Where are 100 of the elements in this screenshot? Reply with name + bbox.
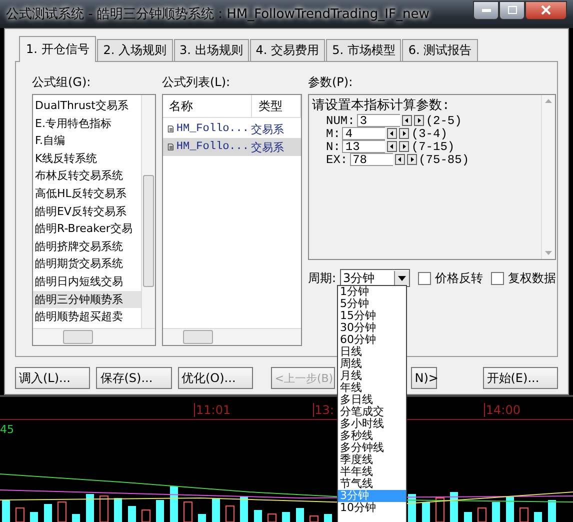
list-item[interactable]: 皓明顺势超买超卖: [33, 308, 141, 326]
param-input[interactable]: 4: [342, 127, 386, 140]
volume-bar: [506, 496, 514, 522]
dialog-button[interactable]: 保存(S)...: [96, 367, 172, 389]
dropdown-option[interactable]: 1分钟: [338, 286, 406, 298]
time-label: 11:01: [194, 403, 231, 417]
volume-bar: [282, 512, 290, 522]
tab[interactable]: 4. 交易费用: [250, 39, 326, 61]
volume-bar: [492, 502, 500, 522]
checkbox[interactable]: [491, 272, 504, 284]
horizontal-scrollbar[interactable]: [163, 328, 301, 345]
list-item[interactable]: 高低HL反转交易系: [33, 184, 141, 203]
dropdown-option[interactable]: 多日线: [338, 394, 406, 406]
column-header[interactable]: 名称: [163, 95, 252, 117]
left-arrow-icon: [390, 144, 394, 149]
list-item[interactable]: K线反转系统: [33, 150, 141, 168]
list-item[interactable]: 皓明EV反转交易系: [33, 202, 141, 220]
maximize-button[interactable]: [499, 0, 525, 20]
dropdown-option[interactable]: 半年线: [338, 466, 406, 478]
param-input[interactable]: 3: [356, 114, 400, 127]
dropdown-option[interactable]: 5分钟: [338, 298, 406, 310]
list-item[interactable]: 皓明期货交易系统: [33, 255, 141, 273]
column-header[interactable]: 类型: [252, 95, 301, 117]
list-item[interactable]: 皓明挤牌交易系统: [33, 238, 141, 256]
dialog-button[interactable]: 优化(O)...: [178, 367, 253, 389]
dropdown-option[interactable]: 多分钟线: [338, 442, 406, 454]
dialog-button[interactable]: 调入(L)...: [15, 367, 90, 389]
dropdown-option[interactable]: 15分钟: [338, 310, 406, 322]
document-icon: [167, 123, 174, 135]
checkbox-label: 复权数据: [508, 270, 556, 286]
formula-name: HM_Follo...: [176, 123, 249, 135]
formula-list[interactable]: 名称 类型 HM_Follo... 交易系 HM_Follo... 交易系: [162, 94, 302, 346]
dropdown-option[interactable]: 月线: [338, 370, 406, 382]
formula-row[interactable]: HM_Follo... 交易系: [163, 138, 301, 156]
increment-button[interactable]: [406, 154, 417, 165]
list-item[interactable]: F.自编: [33, 132, 141, 150]
volume-bar: [30, 512, 38, 522]
list-item[interactable]: 布林反转交易系统: [33, 167, 141, 185]
tab[interactable]: 2. 入场规则: [97, 39, 173, 61]
formula-list-label: 公式列表(L):: [162, 74, 232, 91]
checkbox[interactable]: [418, 272, 432, 284]
value-label: 45: [0, 423, 14, 436]
dropdown-option[interactable]: 30分钟: [338, 322, 406, 334]
dropdown-option[interactable]: 季度线: [338, 454, 406, 466]
volume-bar: [44, 504, 52, 522]
increment-button[interactable]: [399, 141, 410, 152]
decrement-button[interactable]: [387, 128, 398, 139]
volume-bar: [86, 494, 94, 522]
tab[interactable]: 5. 市场模型: [326, 39, 402, 61]
minimize-button[interactable]: [473, 0, 499, 20]
volume-bar: [240, 496, 248, 522]
increment-button[interactable]: [399, 128, 410, 139]
param-range: (3-4): [411, 126, 448, 140]
document-icon: [167, 141, 174, 153]
list-item[interactable]: 皓明三分钟顺势系: [33, 290, 141, 308]
dialog-button[interactable]: N)>: [410, 367, 437, 389]
decrement-button[interactable]: [387, 141, 398, 152]
list-item[interactable]: E.专用特色指标: [33, 114, 141, 132]
dropdown-option[interactable]: 60分钟: [338, 334, 406, 346]
right-arrow-icon: [402, 144, 406, 149]
period-select[interactable]: 3分钟: [340, 269, 410, 287]
dropdown-option[interactable]: 10分钟: [338, 502, 406, 514]
window-title: 公式测试系统 - 皓明三分钟顺势系统 : HM_FollowTrendTrading_IF_new: [6, 6, 430, 23]
volume-bar: [170, 486, 178, 522]
horizontal-scrollbar[interactable]: [33, 328, 155, 345]
volume-bar: [198, 514, 206, 522]
tab[interactable]: 1. 开仓信号: [19, 36, 96, 62]
formula-type: 交易系: [250, 122, 284, 136]
dropdown-option[interactable]: 年线: [338, 382, 406, 394]
close-button[interactable]: [525, 0, 567, 20]
time-label: 13:: [312, 403, 334, 417]
increment-button[interactable]: [414, 115, 424, 126]
volume-bar: [464, 512, 472, 522]
list-item[interactable]: DualThrust交易系: [33, 97, 141, 115]
dropdown-option[interactable]: 日线: [338, 346, 406, 358]
right-arrow-icon: [402, 131, 406, 136]
list-item[interactable]: 皓明R-Breaker交易: [33, 220, 141, 238]
time-label: 14:00: [484, 403, 520, 417]
formula-group-list[interactable]: DualThrust交易系 E.专用特色指标 F.自编 K线反转系统 布林反转交易系统 高低HL反转交易系 皓明EV反转交易系 皓明R-Breaker交易 皓明挤牌交易系统 皓明期货交易系统 皓明日内短线交易 皓明三分钟顺势系 皓明顺势超买超卖: [32, 94, 156, 346]
dropdown-option[interactable]: 分笔成交: [338, 406, 406, 418]
param-input[interactable]: 78: [350, 153, 393, 166]
dropdown-option[interactable]: 多小时线: [338, 418, 406, 430]
caret-icon: [394, 271, 410, 285]
period-label: 周期:: [308, 270, 336, 286]
decrement-button[interactable]: [394, 154, 405, 165]
param-input[interactable]: 13: [342, 140, 386, 153]
dropdown-option[interactable]: 节气线: [338, 478, 406, 490]
tab[interactable]: 3. 出场规则: [174, 39, 249, 61]
dialog-button[interactable]: 开始(E)...: [482, 367, 558, 389]
vertical-scrollbar[interactable]: [141, 95, 155, 328]
param-range: (7-15): [411, 140, 455, 154]
param-name: NUM:: [326, 114, 355, 128]
formula-name: HM_Follo...: [176, 141, 249, 153]
formula-type: 交易系: [250, 140, 284, 154]
formula-group-label: 公式组(G):: [32, 74, 92, 91]
list-item[interactable]: 皓明日内短线交易: [33, 272, 141, 291]
dropdown-option[interactable]: 多秒线: [338, 430, 406, 442]
decrement-button[interactable]: [402, 115, 412, 126]
dropdown-option[interactable]: 周线: [338, 358, 406, 370]
tab[interactable]: 6. 测试报告: [402, 39, 478, 61]
